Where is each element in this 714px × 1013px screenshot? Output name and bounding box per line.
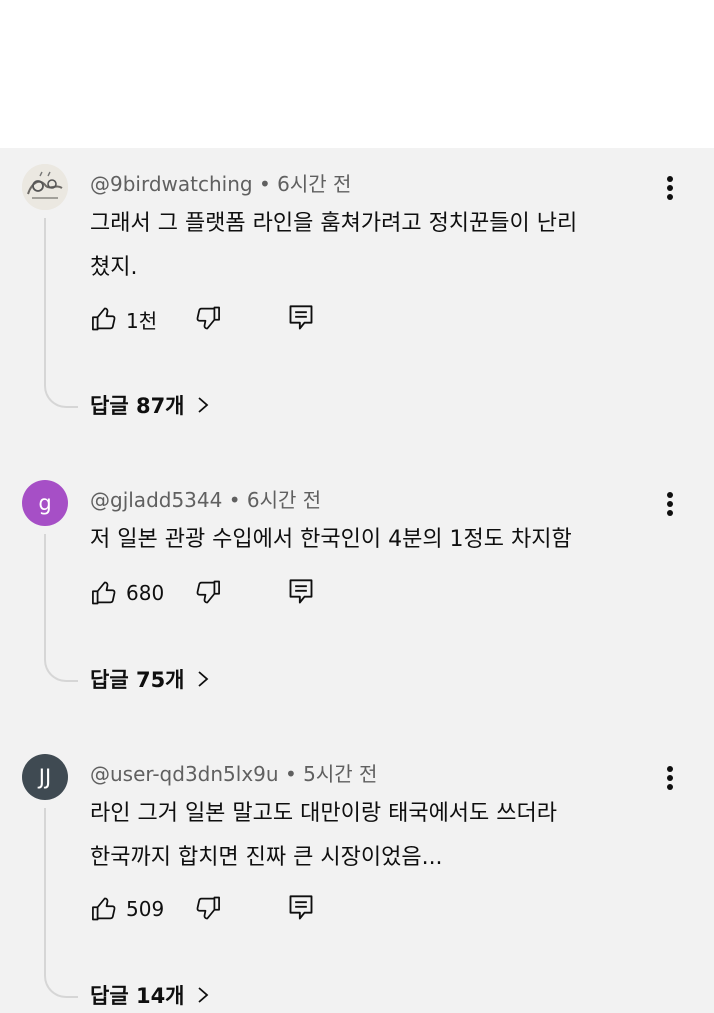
view-replies-button[interactable]: 답글 75개 xyxy=(90,664,209,694)
comment-time: • 5시간 전 xyxy=(284,762,378,786)
comment-thread: @9birdwatching • 6시간 전 그래서 그 플랫폼 라인을 훔쳐가… xyxy=(0,156,714,426)
comment-text: 저 일본 관광 수입에서 한국인이 4분의 1정도 차지함 xyxy=(90,527,572,552)
like-button[interactable]: 509 xyxy=(90,892,164,926)
thumbs-down-icon xyxy=(196,306,220,330)
comment-thread: JJ @user-qd3dn5lx9u • 5시간 전 라인 그거 일본 말고도… xyxy=(0,746,714,1013)
replies-count-label: 답글 87개 xyxy=(90,394,185,418)
comment-text: 그래서 그 플랫폼 라인을 훔쳐가려고 정치꾼들이 난리 쳤지. xyxy=(90,211,578,280)
comment-text: 라인 그거 일본 말고도 대만이랑 태국에서도 쓰더라 한국까지 합치면 진짜 … xyxy=(90,801,558,870)
dislike-button[interactable] xyxy=(194,578,224,608)
comment-actions: 680 xyxy=(90,576,350,610)
comment-author[interactable]: @9birdwatching xyxy=(90,172,253,196)
view-replies-button[interactable]: 답글 87개 xyxy=(90,390,209,420)
like-count: 1천 xyxy=(126,308,158,333)
comment-actions: 1천 xyxy=(90,302,350,336)
reply-thread-line xyxy=(44,534,78,682)
reply-thread-line xyxy=(44,218,78,408)
reply-icon xyxy=(289,579,313,604)
thumbs-up-icon xyxy=(92,307,116,331)
comment-meta: @user-qd3dn5lx9u • 5시간 전 xyxy=(90,758,377,787)
more-vert-icon xyxy=(667,766,673,790)
comment-author[interactable]: @gjladd5344 xyxy=(90,488,222,512)
comment-author[interactable]: @user-qd3dn5lx9u xyxy=(90,762,279,786)
like-button[interactable]: 680 xyxy=(90,576,164,610)
reply-button[interactable] xyxy=(288,894,318,924)
comment-thread: g @gjladd5344 • 6시간 전 저 일본 관광 수입에서 한국인이 … xyxy=(0,472,714,702)
avatar-letter: g xyxy=(38,491,52,515)
top-blank-area xyxy=(0,0,714,148)
sketch-avatar-icon xyxy=(22,164,68,210)
reply-icon xyxy=(289,305,313,330)
more-options-button[interactable] xyxy=(656,760,684,796)
avatar-letter: JJ xyxy=(38,765,52,789)
more-options-button[interactable] xyxy=(656,486,684,522)
reply-button[interactable] xyxy=(288,304,318,334)
like-button[interactable]: 1천 xyxy=(90,302,157,336)
replies-count-label: 답글 14개 xyxy=(90,984,185,1008)
comments-panel: @9birdwatching • 6시간 전 그래서 그 플랫폼 라인을 훔쳐가… xyxy=(0,148,714,1013)
reply-icon xyxy=(289,895,313,920)
more-vert-icon xyxy=(667,492,673,516)
reply-button[interactable] xyxy=(288,578,318,608)
comment-meta: @gjladd5344 • 6시간 전 xyxy=(90,484,321,513)
like-count: 680 xyxy=(126,581,165,605)
more-options-button[interactable] xyxy=(656,170,684,206)
more-vert-icon xyxy=(667,176,673,200)
comment-time: • 6시간 전 xyxy=(228,488,322,512)
chevron-right-icon xyxy=(197,397,208,413)
thumbs-up-icon xyxy=(92,581,116,605)
dislike-button[interactable] xyxy=(194,304,224,334)
thumbs-down-icon xyxy=(196,896,220,920)
thumbs-up-icon xyxy=(92,897,116,921)
comment-actions: 509 xyxy=(90,892,350,926)
thumbs-down-icon xyxy=(196,580,220,604)
chevron-right-icon xyxy=(197,671,208,687)
reply-thread-line xyxy=(44,808,78,998)
like-count: 509 xyxy=(126,897,165,921)
comment-meta: @9birdwatching • 6시간 전 xyxy=(90,168,351,197)
avatar[interactable]: JJ xyxy=(22,754,68,800)
chevron-right-icon xyxy=(197,987,208,1003)
dislike-button[interactable] xyxy=(194,894,224,924)
replies-count-label: 답글 75개 xyxy=(90,668,185,692)
view-replies-button[interactable]: 답글 14개 xyxy=(90,980,209,1010)
comment-time: • 6시간 전 xyxy=(258,172,352,196)
avatar[interactable] xyxy=(22,164,68,210)
avatar[interactable]: g xyxy=(22,480,68,526)
